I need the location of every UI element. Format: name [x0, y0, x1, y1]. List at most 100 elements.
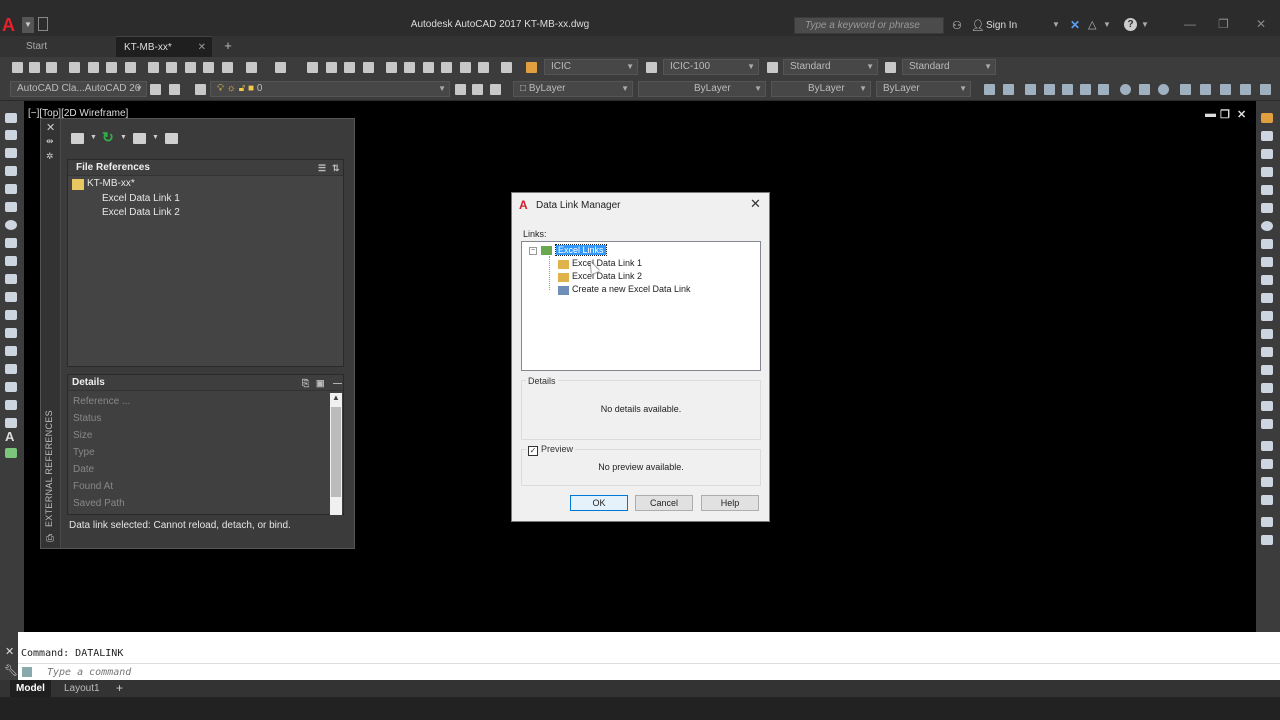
zoom-window-icon[interactable]: [344, 62, 355, 73]
fillet-icon[interactable]: [1261, 383, 1273, 393]
layer-state-icon[interactable]: [490, 84, 501, 95]
linetype-dropdown[interactable]: ByLayer ▼: [638, 81, 766, 97]
command-prompt-icon[interactable]: [22, 667, 32, 677]
snap-insert-icon[interactable]: [1220, 84, 1231, 95]
plot-icon[interactable]: [69, 62, 80, 73]
properties-icon[interactable]: [386, 62, 397, 73]
preview-checkbox[interactable]: ✓: [528, 446, 538, 456]
exchange-apps-icon[interactable]: ✕: [1070, 18, 1080, 32]
lineweight-dropdown[interactable]: ByLayer ▼: [771, 81, 871, 97]
minimize-icon[interactable]: —: [1184, 17, 1196, 31]
draw-order-back-icon[interactable]: [1261, 459, 1273, 469]
tool-palettes-icon[interactable]: [423, 62, 434, 73]
ok-button[interactable]: OK: [570, 495, 628, 511]
collapse-icon[interactable]: —: [333, 375, 342, 391]
draw-order-under-icon[interactable]: [1261, 495, 1273, 505]
snap-none-icon[interactable]: [1260, 84, 1271, 95]
polyline-tool-icon[interactable]: [1003, 84, 1014, 95]
user-icon[interactable]: 👤︎: [971, 19, 985, 32]
dialog-close-icon[interactable]: ✕: [750, 196, 761, 212]
design-center-icon[interactable]: [404, 62, 415, 73]
close-window-icon[interactable]: ✕: [1256, 17, 1266, 31]
rotate-icon[interactable]: [1261, 221, 1273, 231]
snap-center-icon[interactable]: [1120, 84, 1131, 95]
save-icon[interactable]: [46, 62, 57, 73]
polygon-icon[interactable]: [5, 166, 17, 176]
command-input[interactable]: [47, 665, 947, 679]
cut-icon[interactable]: [148, 62, 159, 73]
snap-parallel-icon[interactable]: [1200, 84, 1211, 95]
tab-document[interactable]: KT-MB-xx* ✕: [116, 36, 212, 57]
auto-hide-icon[interactable]: ⇹: [46, 136, 54, 147]
workspace-save-icon[interactable]: [169, 84, 180, 95]
viewport-minimize-icon[interactable]: ▬: [1205, 108, 1216, 120]
chevron-down-icon[interactable]: ▼: [152, 134, 159, 141]
zoom-previous-icon[interactable]: [363, 62, 374, 73]
table-style-dropdown[interactable]: Standard ▼: [783, 59, 878, 75]
open-icon[interactable]: [29, 62, 40, 73]
file-reference-item[interactable]: Excel Data Link 2: [102, 207, 180, 218]
a360-icon[interactable]: △: [1088, 18, 1096, 31]
scale-icon[interactable]: [1261, 239, 1273, 249]
markup-icon[interactable]: [460, 62, 471, 73]
match-properties-icon[interactable]: [203, 62, 214, 73]
layer-dropdown[interactable]: 💡︎ ☼ 🔓︎ ■ 0 ▼: [210, 81, 450, 97]
draw-order-front-icon[interactable]: [1261, 441, 1273, 451]
file-reference-item[interactable]: Excel Data Link 1: [102, 193, 180, 204]
viewport-close-icon[interactable]: ✕: [1237, 108, 1246, 121]
help-icon[interactable]: [165, 133, 178, 144]
close-tab-icon[interactable]: ✕: [198, 37, 206, 58]
list-view-icon[interactable]: ☰: [318, 160, 326, 176]
ellipse-icon[interactable]: [5, 274, 17, 284]
insert-block-icon[interactable]: [5, 310, 17, 320]
break-icon[interactable]: [1261, 329, 1273, 339]
tab-layout1[interactable]: Layout1: [58, 680, 106, 697]
copy-icon[interactable]: [1261, 131, 1273, 141]
spline-icon[interactable]: [5, 256, 17, 266]
color-dropdown[interactable]: □ ByLayer ▼: [513, 81, 633, 97]
snap-nearest-icon[interactable]: [1240, 84, 1251, 95]
multiline-text-icon[interactable]: A: [5, 429, 14, 444]
attach-dwg-icon[interactable]: [71, 133, 84, 144]
hatch-icon[interactable]: [5, 364, 17, 374]
autocad-logo-icon[interactable]: A: [2, 16, 20, 34]
tree-node-data-link[interactable]: Excel Data Link 2: [572, 271, 642, 281]
move-icon[interactable]: [1261, 203, 1273, 213]
snap-apparent-icon[interactable]: [1080, 84, 1091, 95]
line-tool-icon[interactable]: [984, 84, 995, 95]
customize-wrench-icon[interactable]: 🔧︎: [4, 664, 18, 677]
file-reference-root[interactable]: KT-MB-xx*: [87, 178, 135, 189]
collapse-toggle-icon[interactable]: −: [529, 247, 537, 255]
palette-title-strip[interactable]: ✕ ⇹ ✲ EXTERNAL REFERENCES ⎙: [41, 119, 61, 548]
arc-icon[interactable]: [5, 202, 17, 212]
scroll-up-icon[interactable]: ▲: [332, 393, 340, 402]
erase-icon[interactable]: [1261, 113, 1273, 123]
rectangle-icon[interactable]: [5, 184, 17, 194]
tree-node-data-link[interactable]: Excel Data Link 1: [572, 258, 642, 268]
block-editor-icon[interactable]: [222, 62, 233, 73]
snap-quadrant-icon[interactable]: [1158, 84, 1169, 95]
layer-properties-icon[interactable]: [195, 84, 206, 95]
workspace-settings-gear-icon[interactable]: [150, 84, 161, 95]
ellipse-arc-icon[interactable]: [5, 292, 17, 302]
snap-extension-icon[interactable]: [1098, 84, 1109, 95]
zoom-realtime-icon[interactable]: [326, 62, 337, 73]
application-menu-arrow-icon[interactable]: ▼: [22, 17, 34, 33]
table-icon[interactable]: [5, 418, 17, 428]
close-icon[interactable]: ✕: [5, 645, 14, 658]
preview-view-icon[interactable]: ▣: [316, 375, 325, 391]
tree-node-create-new-link[interactable]: Create a new Excel Data Link: [572, 284, 691, 294]
text-front-icon[interactable]: [1261, 517, 1273, 527]
new-icon[interactable]: [12, 62, 23, 73]
dim-aligned-icon[interactable]: [1044, 84, 1055, 95]
region-icon[interactable]: [5, 400, 17, 410]
quickcalc-icon[interactable]: [478, 62, 489, 73]
3d-print-icon[interactable]: [125, 62, 136, 73]
draw-order-above-icon[interactable]: [1261, 477, 1273, 487]
text-style-dropdown[interactable]: ICIC ▼: [544, 59, 638, 75]
line-icon[interactable]: [5, 113, 17, 123]
snap-intersection-icon[interactable]: [1062, 84, 1073, 95]
dim-linear-icon[interactable]: [1025, 84, 1036, 95]
construction-line-icon[interactable]: [5, 130, 17, 140]
tab-start[interactable]: Start: [18, 36, 110, 57]
